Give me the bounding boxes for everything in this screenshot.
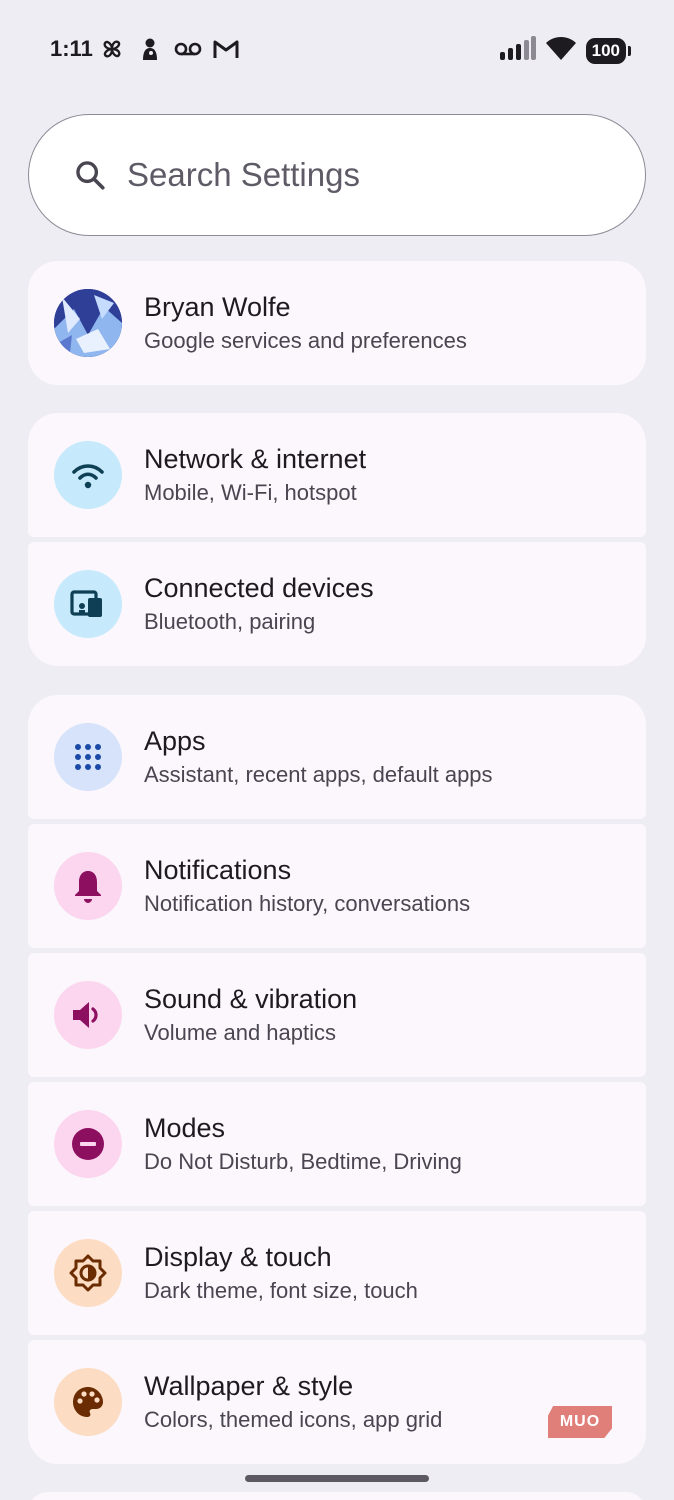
item-title: Modes: [144, 1113, 226, 1143]
item-subtitle: Colors, themed icons, app grid: [144, 1407, 443, 1432]
item-title: Display & touch: [144, 1242, 332, 1272]
settings-item-connected-devices[interactable]: Connected devices Bluetooth, pairing: [28, 542, 646, 666]
icon-circle: [54, 981, 122, 1049]
settings-item-wallpaper[interactable]: Wallpaper & style Colors, themed icons, …: [28, 1340, 646, 1464]
status-time: 1:11: [50, 36, 93, 61]
item-text: Connected devices Bluetooth, pairing: [144, 571, 374, 637]
item-text: Sound & vibration Volume and haptics: [144, 982, 357, 1048]
settings-item-sound[interactable]: Sound & vibration Volume and haptics: [28, 953, 646, 1077]
icon-circle: [54, 1110, 122, 1178]
gmail-icon: [212, 36, 240, 62]
account-text: Bryan Wolfe Google services and preferen…: [144, 290, 467, 356]
voicemail-icon: [174, 36, 202, 62]
search-input[interactable]: [127, 156, 567, 194]
item-title: Apps: [144, 726, 206, 756]
search-icon: [76, 161, 105, 190]
item-subtitle: Dark theme, font size, touch: [144, 1278, 418, 1303]
item-title: Notifications: [144, 855, 292, 885]
settings-item-notifications[interactable]: Notifications Notification history, conv…: [28, 824, 646, 948]
avatar: [54, 289, 122, 357]
item-text: Apps Assistant, recent apps, default app…: [144, 724, 493, 790]
item-subtitle: Notification history, conversations: [144, 891, 471, 916]
navigation-handle[interactable]: [245, 1475, 429, 1482]
search-bar[interactable]: [28, 114, 646, 236]
item-text: Display & touch Dark theme, font size, t…: [144, 1240, 418, 1306]
item-title: Sound & vibration: [144, 984, 358, 1014]
item-title: Connected devices: [144, 573, 374, 603]
icon-circle: [54, 441, 122, 509]
item-text: Network & internet Mobile, Wi-Fi, hotspo…: [144, 442, 366, 508]
wifi-icon: [72, 464, 104, 489]
brightness-icon: [69, 1254, 107, 1292]
status-bar: 1:11 100: [0, 0, 674, 100]
item-subtitle: Bluetooth, pairing: [144, 609, 316, 634]
apps-grid-icon: [75, 744, 101, 770]
item-text: Wallpaper & style Colors, themed icons, …: [144, 1369, 442, 1435]
settings-item-apps[interactable]: Apps Assistant, recent apps, default app…: [28, 695, 646, 819]
battery-icon: 100: [585, 37, 632, 64]
doll-icon: [136, 36, 164, 62]
icon-circle: [54, 570, 122, 638]
battery-level: 100: [591, 40, 620, 60]
wifi-icon: [545, 36, 576, 65]
watermark-logo: MUO: [548, 1406, 612, 1438]
item-subtitle: Volume and haptics: [144, 1020, 337, 1045]
account-card[interactable]: Bryan Wolfe Google services and preferen…: [28, 261, 646, 385]
item-subtitle: Mobile, Wi-Fi, hotspot: [144, 480, 357, 505]
pinwheel-icon: [98, 36, 126, 62]
next-card-peek: [28, 1492, 646, 1500]
speaker-icon: [73, 1002, 98, 1028]
account-subtitle: Google services and preferences: [144, 328, 467, 353]
item-text: Modes Do Not Disturb, Bedtime, Driving: [144, 1111, 462, 1177]
account-name: Bryan Wolfe: [144, 292, 291, 322]
icon-circle: [54, 1368, 122, 1436]
status-notification-icons: [98, 36, 240, 62]
status-system-icons: 100: [499, 36, 632, 65]
icon-circle: [54, 852, 122, 920]
bell-icon: [75, 871, 101, 903]
item-title: Wallpaper & style: [144, 1371, 354, 1401]
devices-icon: [70, 590, 102, 617]
settings-item-network[interactable]: Network & internet Mobile, Wi-Fi, hotspo…: [28, 413, 646, 537]
item-subtitle: Assistant, recent apps, default apps: [144, 762, 493, 787]
signal-icon: [499, 36, 536, 65]
do-not-disturb-icon: [72, 1128, 104, 1160]
palette-icon: [73, 1387, 103, 1417]
item-subtitle: Do Not Disturb, Bedtime, Driving: [144, 1149, 462, 1174]
settings-item-modes[interactable]: Modes Do Not Disturb, Bedtime, Driving: [28, 1082, 646, 1206]
settings-item-display[interactable]: Display & touch Dark theme, font size, t…: [28, 1211, 646, 1335]
icon-circle: [54, 723, 122, 791]
icon-circle: [54, 1239, 122, 1307]
item-text: Notifications Notification history, conv…: [144, 853, 470, 919]
item-title: Network & internet: [144, 444, 367, 474]
